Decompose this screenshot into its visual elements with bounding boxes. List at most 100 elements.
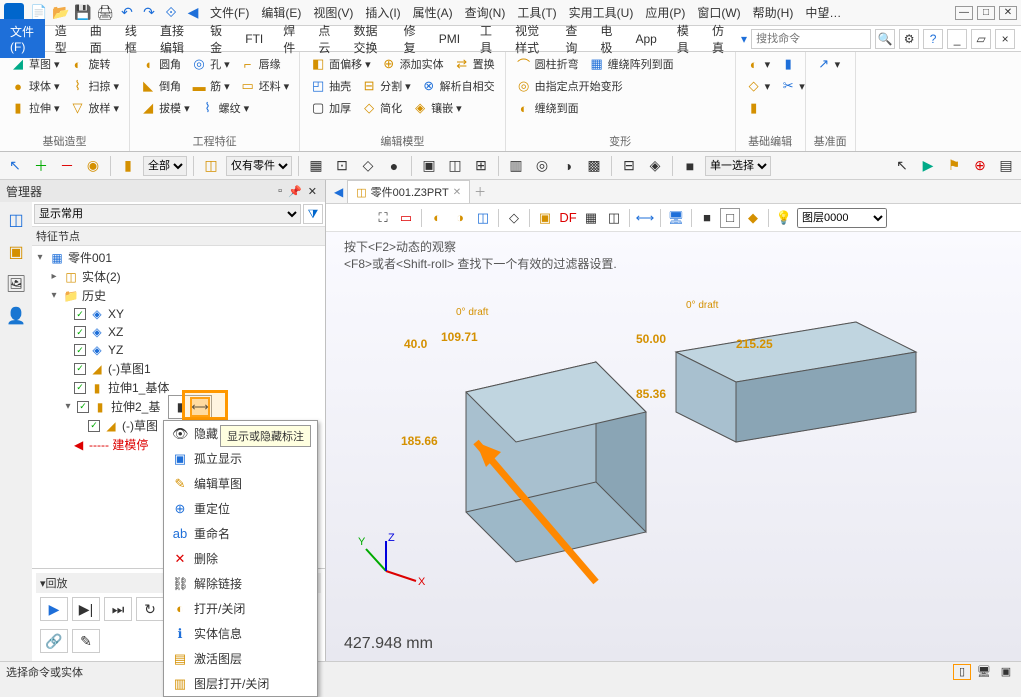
hole-button[interactable]: ◎孔▾: [187, 54, 234, 74]
ribbon-tab-pmi[interactable]: PMI: [429, 28, 470, 50]
filter-part-select[interactable]: 仅有零件: [226, 156, 292, 176]
min-ribbon-icon[interactable]: _: [947, 29, 967, 49]
replace-button[interactable]: ⇄置换: [450, 54, 499, 74]
cm-unlink[interactable]: ⛓解除链接: [164, 571, 317, 596]
vt-shade3[interactable]: ◫: [473, 208, 493, 228]
vt-shade1[interactable]: ◐: [427, 208, 447, 228]
vt-grid[interactable]: ▦: [581, 208, 601, 228]
tb-doc[interactable]: ▤: [995, 155, 1017, 177]
edit5-button[interactable]: ▮: [742, 98, 766, 118]
loop-button[interactable]: ↻: [136, 597, 164, 621]
tb-e[interactable]: ▣: [418, 155, 440, 177]
tb-m[interactable]: ◈: [644, 155, 666, 177]
edit2-button[interactable]: ▮: [776, 54, 800, 74]
intersect-button[interactable]: ⊗解析自相交: [417, 76, 499, 96]
canvas-3d[interactable]: 按下<F2>动态的观察 <F8>或者<Shift-roll> 查找下一个有效的过…: [326, 232, 1021, 661]
tb-b[interactable]: ⊡: [331, 155, 353, 177]
vt-wire[interactable]: ◇: [504, 208, 524, 228]
cm-activatelayer[interactable]: ▤激活图层: [164, 646, 317, 671]
vt-section[interactable]: ▣: [535, 208, 555, 228]
plus-icon[interactable]: ＋: [30, 155, 52, 177]
help-icon[interactable]: ?: [923, 29, 943, 49]
vt-screen[interactable]: 🖥: [666, 208, 686, 228]
tb-n[interactable]: ■: [679, 155, 701, 177]
shell-button[interactable]: ◰抽壳: [306, 76, 355, 96]
vt-view[interactable]: ▭: [396, 208, 416, 228]
wraparray-button[interactable]: ▦缠绕阵列到面: [585, 54, 678, 74]
offset-button[interactable]: ◧面偏移▾: [306, 54, 375, 74]
menu-help[interactable]: 帮助(H): [747, 4, 800, 21]
manager-collapse-icon[interactable]: ▫: [276, 185, 284, 198]
cm-delete[interactable]: ✕删除: [164, 546, 317, 571]
close-icon[interactable]: ✕: [999, 6, 1017, 20]
cm-info[interactable]: ℹ实体信息: [164, 621, 317, 646]
cm-isolate[interactable]: ▣孤立显示: [164, 446, 317, 471]
part-icon[interactable]: ◫: [200, 155, 222, 177]
fillet-button[interactable]: ◖圆角: [136, 54, 185, 74]
stock-button[interactable]: ▭坯料▾: [236, 76, 294, 96]
entity-icon[interactable]: ◉: [82, 155, 104, 177]
cm-layertoggle[interactable]: ▥图层打开/关闭: [164, 671, 317, 696]
tb-zoom[interactable]: ⊕: [969, 155, 991, 177]
command-search-input[interactable]: [751, 29, 871, 49]
pen-button[interactable]: ✎: [72, 629, 100, 653]
pointdeform-button[interactable]: ◎由指定点开始变形: [512, 76, 627, 96]
cursor-icon[interactable]: ↖: [4, 155, 26, 177]
flyout-dim-icon[interactable]: ⟷: [190, 397, 210, 417]
datum-button[interactable]: ↗▾: [812, 54, 849, 74]
ribbon-tab-appribbon[interactable]: App: [626, 28, 667, 50]
node-toolbar[interactable]: ▮ ⟷: [168, 395, 212, 419]
tb-flag[interactable]: ⚑: [943, 155, 965, 177]
solid-body-2[interactable]: [626, 292, 926, 472]
manager-tab-user[interactable]: 👤: [2, 302, 30, 330]
link-button[interactable]: 🔗: [40, 629, 68, 653]
chamfer-button[interactable]: ◣倒角: [136, 76, 185, 96]
revolve-button[interactable]: ◐旋转: [66, 54, 115, 74]
vt-df[interactable]: DF: [558, 208, 578, 228]
split-button[interactable]: ⊟分割▾: [357, 76, 415, 96]
search-icon[interactable]: 🔍: [875, 29, 895, 49]
cm-rename[interactable]: ab重命名: [164, 521, 317, 546]
cm-reposition[interactable]: ⊕重定位: [164, 496, 317, 521]
close-ribbon-icon[interactable]: ×: [995, 29, 1015, 49]
restore-ribbon-icon[interactable]: ▱: [971, 29, 991, 49]
sphere-button[interactable]: ●球体▾: [6, 76, 64, 96]
thread-button[interactable]: ⌇螺纹▾: [196, 98, 254, 118]
manager-tab-image[interactable]: 🖼: [2, 270, 30, 298]
tb-k[interactable]: ▩: [583, 155, 605, 177]
manager-close-icon[interactable]: ✕: [306, 185, 319, 198]
rib-button[interactable]: ▬筋▾: [187, 76, 234, 96]
tab-close-icon[interactable]: ✕: [453, 187, 461, 198]
vt-bulb[interactable]: 💡: [774, 208, 794, 228]
tb-play[interactable]: ▶: [917, 155, 939, 177]
minus-icon[interactable]: －: [56, 155, 78, 177]
edit4-button[interactable]: ✂▾: [776, 76, 809, 96]
vt-black[interactable]: ■: [697, 208, 717, 228]
layer-select[interactable]: 图层0000: [797, 208, 887, 228]
color-icon[interactable]: ▮: [117, 155, 139, 177]
addbody-button[interactable]: ⊕添加实体: [377, 54, 448, 74]
vt-clip[interactable]: ◫: [604, 208, 624, 228]
tb-g[interactable]: ⊞: [470, 155, 492, 177]
play-button[interactable]: ▶: [40, 597, 68, 621]
flyout-color-icon[interactable]: ▮: [170, 397, 190, 417]
manager-tab-feature[interactable]: ◫: [2, 206, 30, 234]
edit3-button[interactable]: ◇▾: [742, 76, 775, 96]
simplify-button[interactable]: ◇简化: [357, 98, 406, 118]
tb-j[interactable]: ◑: [557, 155, 579, 177]
edit1-button[interactable]: ◐▾: [742, 54, 775, 74]
draft-button[interactable]: ◢拔模▾: [136, 98, 194, 118]
loft-button[interactable]: ▽放样▾: [66, 98, 124, 118]
tb-a[interactable]: ▦: [305, 155, 327, 177]
vt-color[interactable]: ◆: [743, 208, 763, 228]
manager-tab-view[interactable]: ▣: [2, 238, 30, 266]
filter-all-select[interactable]: 全部: [143, 156, 187, 176]
ribbon-overflow-icon[interactable]: ▾: [737, 32, 751, 46]
end-button[interactable]: ⏭: [104, 597, 132, 621]
tb-h[interactable]: ▥: [505, 155, 527, 177]
tb-d[interactable]: ●: [383, 155, 405, 177]
manager-pin-icon[interactable]: 📌: [286, 185, 304, 198]
tb-c[interactable]: ◇: [357, 155, 379, 177]
cm-openclose[interactable]: ◐打开/关闭: [164, 596, 317, 621]
wrapface-button[interactable]: ◐缠绕到面: [512, 98, 583, 118]
